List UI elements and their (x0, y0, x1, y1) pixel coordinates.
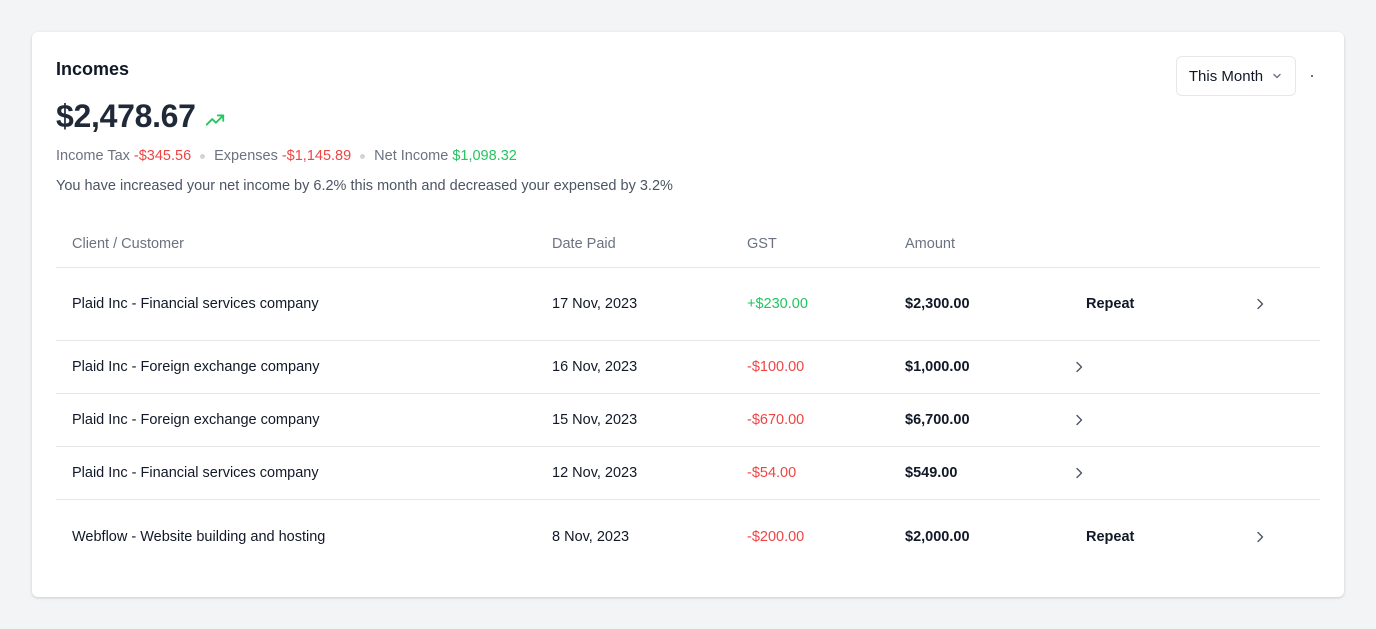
total-amount-row: $2,478.67 (56, 98, 226, 135)
row-amount: $2,000.00 (905, 528, 970, 545)
row-date: 17 Nov, 2023 (552, 296, 638, 312)
table-row[interactable]: Webflow - Website building and hosting 8… (56, 500, 1320, 573)
separator-dot (360, 153, 366, 159)
net-income-value: $1,098.32 (452, 148, 517, 164)
repeat-button[interactable]: Repeat (1086, 529, 1134, 545)
header-client: Client / Customer (72, 236, 185, 252)
separator-dot (200, 153, 206, 159)
row-date: 8 Nov, 2023 (552, 528, 630, 545)
card-title: Incomes (56, 59, 130, 79)
table-row[interactable]: Plaid Inc - Foreign exchange company 15 … (56, 394, 1320, 447)
net-income-label: Net Income (374, 148, 449, 164)
header-gst: GST (747, 236, 777, 252)
table-row[interactable]: Plaid Inc - Financial services company 1… (56, 447, 1320, 500)
row-amount: $549.00 (905, 465, 958, 481)
header-date-paid: Date Paid (552, 236, 616, 252)
row-client: Plaid Inc - Foreign exchange company (72, 412, 320, 428)
income-tax-label: Income Tax (56, 148, 130, 164)
row-client: Plaid Inc - Financial services company (72, 296, 319, 312)
expenses-value: -$1,145.89 (281, 148, 352, 164)
expenses-label: Expenses (214, 148, 278, 164)
chevron-down-icon (1273, 73, 1281, 79)
row-amount: $6,700.00 (905, 412, 970, 428)
more-dot-icon (1311, 75, 1313, 77)
incomes-table: Client / Customer Date Paid GST Amount P… (56, 222, 1320, 573)
row-client: Webflow - Website building and hosting (72, 528, 326, 545)
table-header: Client / Customer Date Paid GST Amount (56, 222, 1320, 268)
table-row[interactable]: Plaid Inc - Financial services company 1… (56, 268, 1320, 341)
row-date: 15 Nov, 2023 (552, 412, 638, 428)
row-amount: $1,000.00 (905, 359, 970, 375)
header-amount: Amount (905, 236, 955, 252)
income-summary: Income Tax -$345.56 Expenses -$1,145.89 … (56, 148, 517, 164)
row-gst: -$200.00 (747, 528, 805, 545)
chevron-right-icon[interactable] (1253, 297, 1267, 311)
row-amount: $2,300.00 (905, 296, 970, 312)
more-menu-button[interactable] (1309, 73, 1315, 79)
row-client: Plaid Inc - Financial services company (72, 465, 319, 481)
row-gst: -$670.00 (747, 412, 805, 428)
repeat-button[interactable]: Repeat (1086, 296, 1134, 312)
period-select-button[interactable]: This Month (1176, 56, 1296, 96)
incomes-card: Incomes This Month $2,478.67 Income Tax … (32, 32, 1344, 597)
chevron-right-icon[interactable] (1072, 360, 1086, 374)
chevron-right-icon[interactable] (1072, 466, 1086, 480)
row-client: Plaid Inc - Foreign exchange company (72, 359, 320, 375)
row-date: 16 Nov, 2023 (552, 359, 638, 375)
row-gst: +$230.00 (747, 296, 808, 312)
income-tax-value: -$345.56 (133, 148, 192, 164)
trending-up-icon (205, 114, 224, 125)
chevron-right-icon[interactable] (1072, 413, 1086, 427)
row-gst: -$100.00 (747, 359, 805, 375)
income-note: You have increased your net income by 6.… (56, 178, 673, 194)
period-select-label: This Month (1188, 67, 1264, 85)
row-date: 12 Nov, 2023 (552, 465, 638, 481)
chevron-right-icon[interactable] (1253, 530, 1267, 544)
table-row[interactable]: Plaid Inc - Foreign exchange company 16 … (56, 341, 1320, 394)
row-gst: -$54.00 (747, 465, 797, 481)
total-amount: $2,478.67 (56, 98, 196, 134)
